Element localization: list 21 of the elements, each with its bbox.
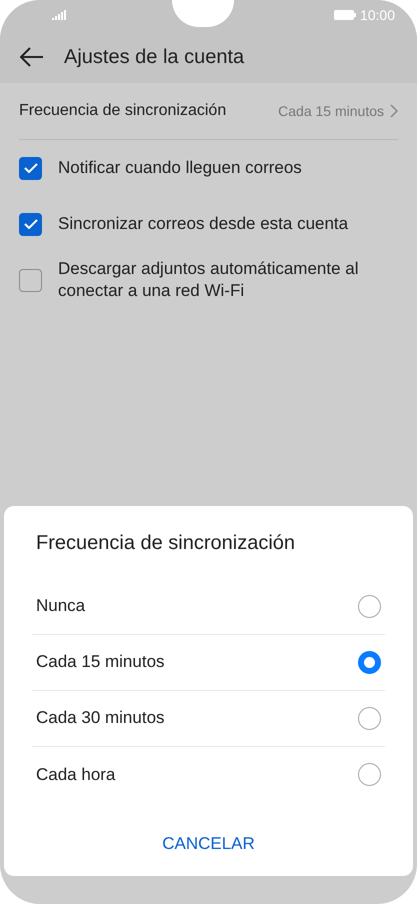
cancel-button[interactable]: CANCELAR [156, 830, 261, 856]
screen-title: Ajustes de la cuenta [64, 44, 244, 70]
checkbox-label: Sincronizar correos desde esta cuenta [58, 213, 348, 235]
checkbox[interactable] [19, 212, 42, 236]
setting-label: Frecuencia de sincronización [19, 101, 226, 121]
checkmark-icon [24, 163, 38, 173]
checkbox-label: Notificar cuando lleguen correos [58, 157, 302, 179]
radio-option[interactable]: Cada hora [32, 746, 385, 802]
radio-option[interactable]: Nunca [32, 578, 385, 634]
checkbox[interactable] [19, 156, 42, 180]
dialog-title: Frecuencia de sincronización [35, 530, 296, 556]
radio-option[interactable]: Cada 15 minutos [32, 634, 385, 690]
checkbox-label: Descargar adjuntos automáticamente al conectar a una red Wi-Fi [58, 258, 360, 302]
signal-icon [52, 10, 66, 20]
checkmark-icon [24, 219, 38, 229]
radio-option[interactable]: Cada 30 minutos [32, 690, 385, 746]
back-arrow-icon[interactable] [20, 46, 44, 66]
setting-value: Cada 15 minutos [278, 102, 384, 120]
battery-icon [334, 10, 356, 20]
checkbox[interactable] [19, 268, 42, 292]
status-time: 10:00 [360, 6, 395, 24]
